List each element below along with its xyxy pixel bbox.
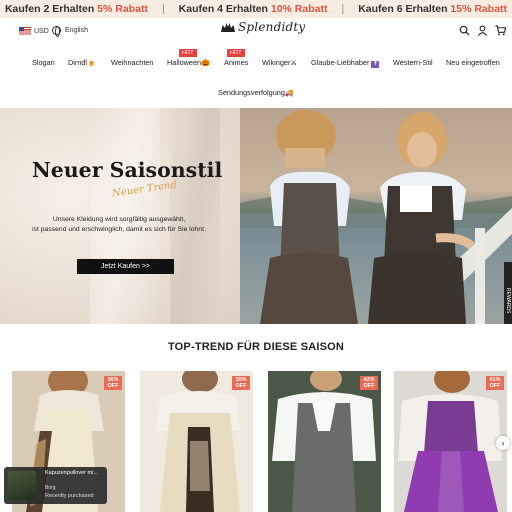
cross-icon: ✝ <box>371 61 380 68</box>
hero-title: Neuer Saisonstil <box>32 158 223 182</box>
nav-item-label: Dirndl <box>68 58 88 67</box>
discount-off-label: OFF <box>107 383 119 389</box>
purchase-status: Recently purchased <box>45 493 94 499</box>
pumpkin-icon: 🎃 <box>201 58 211 67</box>
nav-item-western-stil[interactable]: Western-Stil <box>393 58 433 67</box>
promo-offer-3: Kaufen 6 Erhalten 15% Rabatt <box>358 3 508 15</box>
site-header: USD English Splendidty <box>0 18 512 46</box>
product-card[interactable]: 41% OFF <box>394 371 507 512</box>
hero-banner: Neuer Saisonstil Neuer Trend Unsere Klei… <box>0 108 512 324</box>
hero-description-line: ist passend und erschwinglich, damit es … <box>32 226 206 233</box>
crown-icon <box>221 22 235 32</box>
discount-off-label: OFF <box>235 383 247 389</box>
globe-icon <box>52 26 61 37</box>
purchase-thumbnail <box>8 471 36 500</box>
nav-item-halloween[interactable]: HOT Halloween🎃 <box>167 49 211 67</box>
beer-icon: 🍺 <box>87 58 97 67</box>
hero-description: Unsere Kleidung wird sorgfältig ausgewäh… <box>10 215 228 235</box>
product-image-cream-dirndl <box>140 371 253 512</box>
truck-icon: 🚚 <box>284 88 295 97</box>
hero-description-line: Unsere Kleidung wird sorgfältig ausgewäh… <box>52 216 186 223</box>
cart-icon[interactable] <box>495 25 506 36</box>
nav-item-label: Glaube-Liebhaber <box>311 58 370 67</box>
product-card[interactable]: 42% OFF <box>268 371 381 512</box>
nav-item-animes[interactable]: HOT Animes <box>224 49 249 67</box>
hot-badge: HOT <box>179 49 197 57</box>
carousel-next-button[interactable]: › <box>496 436 510 450</box>
promo-separator: | <box>161 3 165 15</box>
purchase-location: Borg <box>45 485 56 491</box>
discount-badge: 42% OFF <box>360 376 378 390</box>
product-image-grey-dirndl <box>268 371 381 512</box>
discount-badge: 36% OFF <box>104 376 122 390</box>
nav-item-label: Animes <box>224 58 249 67</box>
discount-off-label: OFF <box>489 383 501 389</box>
header-icons <box>459 25 506 36</box>
search-icon[interactable] <box>459 25 470 36</box>
language-label: English <box>65 27 88 34</box>
discount-badge: 30% OFF <box>232 376 250 390</box>
section-title: TOP-TREND FÜR DIESE SAISON <box>167 341 345 353</box>
rewards-side-tab[interactable]: REWARDS <box>504 262 512 324</box>
nav-item-slogan[interactable]: Slogan <box>32 58 55 67</box>
hot-badge: HOT <box>227 49 245 57</box>
hero-image: REWARDS <box>240 108 512 324</box>
chevron-right-icon: › <box>501 438 505 448</box>
nav-item-sendungsverfolgung[interactable]: Sendungsverfolgung🚚 <box>0 88 512 97</box>
nav-item-neu-eingetroffen[interactable]: Neu eingetroffen <box>446 58 500 67</box>
nav-item-weihnachten[interactable]: Weihnachten <box>111 58 153 67</box>
hero-text-panel: Neuer Saisonstil Neuer Trend Unsere Klei… <box>0 108 240 324</box>
recent-purchase-popup[interactable]: Kapuzenpullover mi... Borg Recently purc… <box>4 467 107 504</box>
promo-bar: Kaufen 2 Erhalten 5% Rabatt | Kaufen 4 E… <box>0 0 512 18</box>
language-selector[interactable]: English <box>52 26 88 37</box>
product-image-purple-dirndl <box>394 371 507 512</box>
shop-now-button[interactable]: Jetzt Kaufen >> <box>77 259 174 274</box>
sword-icon: ⚔ <box>290 58 297 67</box>
main-nav: Slogan Dirndl🍺 Weihnachten HOT Halloween🎃… <box>0 49 512 70</box>
us-flag-icon <box>19 27 31 35</box>
nav-item-glaube-liebhaber[interactable]: Glaube-Liebhaber ✝ <box>311 58 380 68</box>
purchase-product-name: Kapuzenpullover mi... <box>45 470 98 476</box>
nav-item-dirndl[interactable]: Dirndl🍺 <box>68 58 96 67</box>
hero-photo-two-women-dirndl <box>240 110 512 324</box>
nav-item-label: Halloween <box>167 58 202 67</box>
currency-label: USD <box>34 27 49 35</box>
nav-item-wikinger[interactable]: Wikinger⚔ <box>262 58 297 67</box>
promo-separator: | <box>341 3 345 15</box>
discount-off-label: OFF <box>363 383 375 389</box>
nav-item-label: Wikinger <box>262 58 291 67</box>
logo-text: Splendidty <box>238 20 306 34</box>
nav-item-label: Sendungsverfolgung <box>217 88 285 97</box>
currency-selector[interactable]: USD <box>19 27 49 35</box>
promo-offer-2: Kaufen 4 Erhalten 10% Rabatt <box>178 3 328 15</box>
discount-badge: 41% OFF <box>486 376 504 390</box>
site-logo[interactable]: Splendidty <box>221 20 305 34</box>
promo-offer-1: Kaufen 2 Erhalten 5% Rabatt <box>4 3 148 15</box>
account-icon[interactable] <box>477 25 488 36</box>
product-card[interactable]: 30% OFF <box>140 371 253 512</box>
